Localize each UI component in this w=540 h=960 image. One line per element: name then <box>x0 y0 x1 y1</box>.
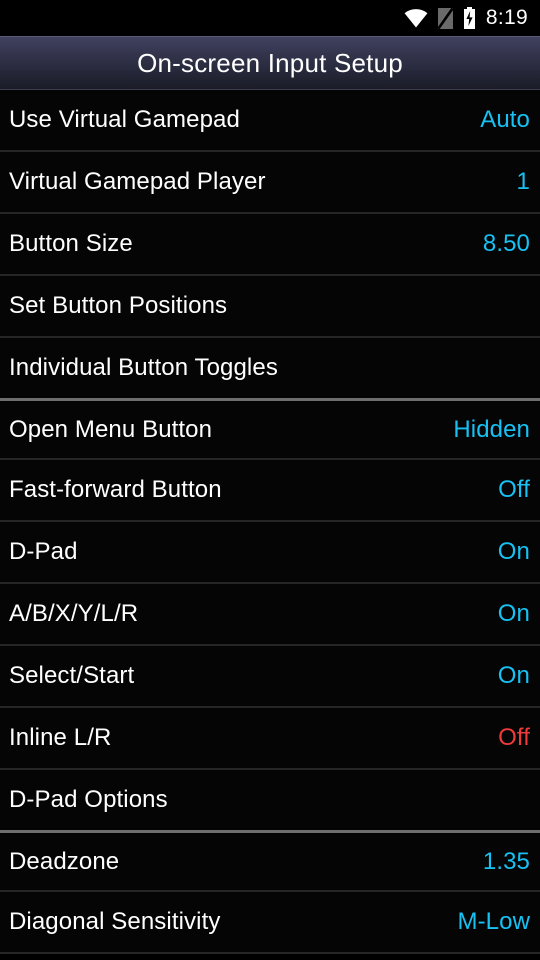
settings-row-label: Deadzone <box>9 847 120 875</box>
settings-row-label: Diagonal Sensitivity <box>9 908 221 935</box>
no-sim-icon <box>437 7 453 29</box>
status-bar-clock: 8:19 <box>485 6 528 29</box>
settings-row-value: Auto <box>480 106 530 133</box>
settings-row-value: 1.35 <box>482 847 530 875</box>
settings-row-label: Set Button Positions <box>9 292 228 319</box>
settings-row[interactable]: Select/Start On <box>0 646 540 708</box>
settings-list[interactable]: Use Virtual Gamepad Auto Virtual Gamepad P… <box>0 90 540 954</box>
settings-row-label: D-Pad Options <box>9 786 168 813</box>
settings-row[interactable]: A/B/X/Y/L/R On <box>0 584 540 646</box>
settings-row[interactable]: Open Menu Button Hidden <box>0 398 540 460</box>
settings-row[interactable]: Use Virtual Gamepad Auto <box>0 90 540 152</box>
settings-row-label: Individual Button Toggles <box>9 354 278 381</box>
settings-row[interactable]: Set Button Positions <box>0 276 540 338</box>
app-root: 8:19 On-screen Input Setup Use Virtual G… <box>0 0 540 960</box>
settings-row-label: A/B/X/Y/L/R <box>9 600 139 627</box>
settings-row-value: On <box>497 662 530 689</box>
settings-row[interactable]: Button Size 8.50 <box>0 214 540 276</box>
settings-row[interactable]: D-Pad On <box>0 522 540 584</box>
settings-row-value: On <box>497 538 530 565</box>
settings-row-value: Hidden <box>453 415 530 443</box>
wifi-icon <box>404 8 428 28</box>
settings-row-value: Off <box>498 476 530 503</box>
settings-row-label: Fast-forward Button <box>9 476 222 503</box>
page-title: On-screen Input Setup <box>137 47 403 78</box>
settings-row-label: D-Pad <box>9 538 78 565</box>
settings-row-value: M-Low <box>457 908 530 935</box>
settings-row-label: Open Menu Button <box>9 415 213 443</box>
settings-row-value: 8.50 <box>482 230 530 257</box>
settings-row[interactable]: D-Pad Options <box>0 770 540 832</box>
settings-row-label: Select/Start <box>9 662 135 689</box>
settings-row-label: Virtual Gamepad Player <box>9 168 266 195</box>
settings-row[interactable]: Deadzone 1.35 <box>0 830 540 892</box>
settings-row-value: On <box>497 600 530 627</box>
title-bar: On-screen Input Setup <box>0 36 540 90</box>
settings-row[interactable]: Individual Button Toggles <box>0 338 540 400</box>
settings-row-label: Use Virtual Gamepad <box>9 106 240 133</box>
settings-row[interactable]: Fast-forward Button Off <box>0 460 540 522</box>
settings-row[interactable]: Inline L/R Off <box>0 708 540 770</box>
battery-charging-icon <box>463 7 476 29</box>
settings-row-value: Off <box>498 724 530 751</box>
settings-row-label: Button Size <box>9 230 133 257</box>
status-bar: 8:19 <box>0 0 540 36</box>
settings-row[interactable]: Virtual Gamepad Player 1 <box>0 152 540 214</box>
settings-row-value: 1 <box>516 168 530 195</box>
settings-row[interactable]: Diagonal Sensitivity M-Low <box>0 892 540 954</box>
settings-row-label: Inline L/R <box>9 724 112 751</box>
